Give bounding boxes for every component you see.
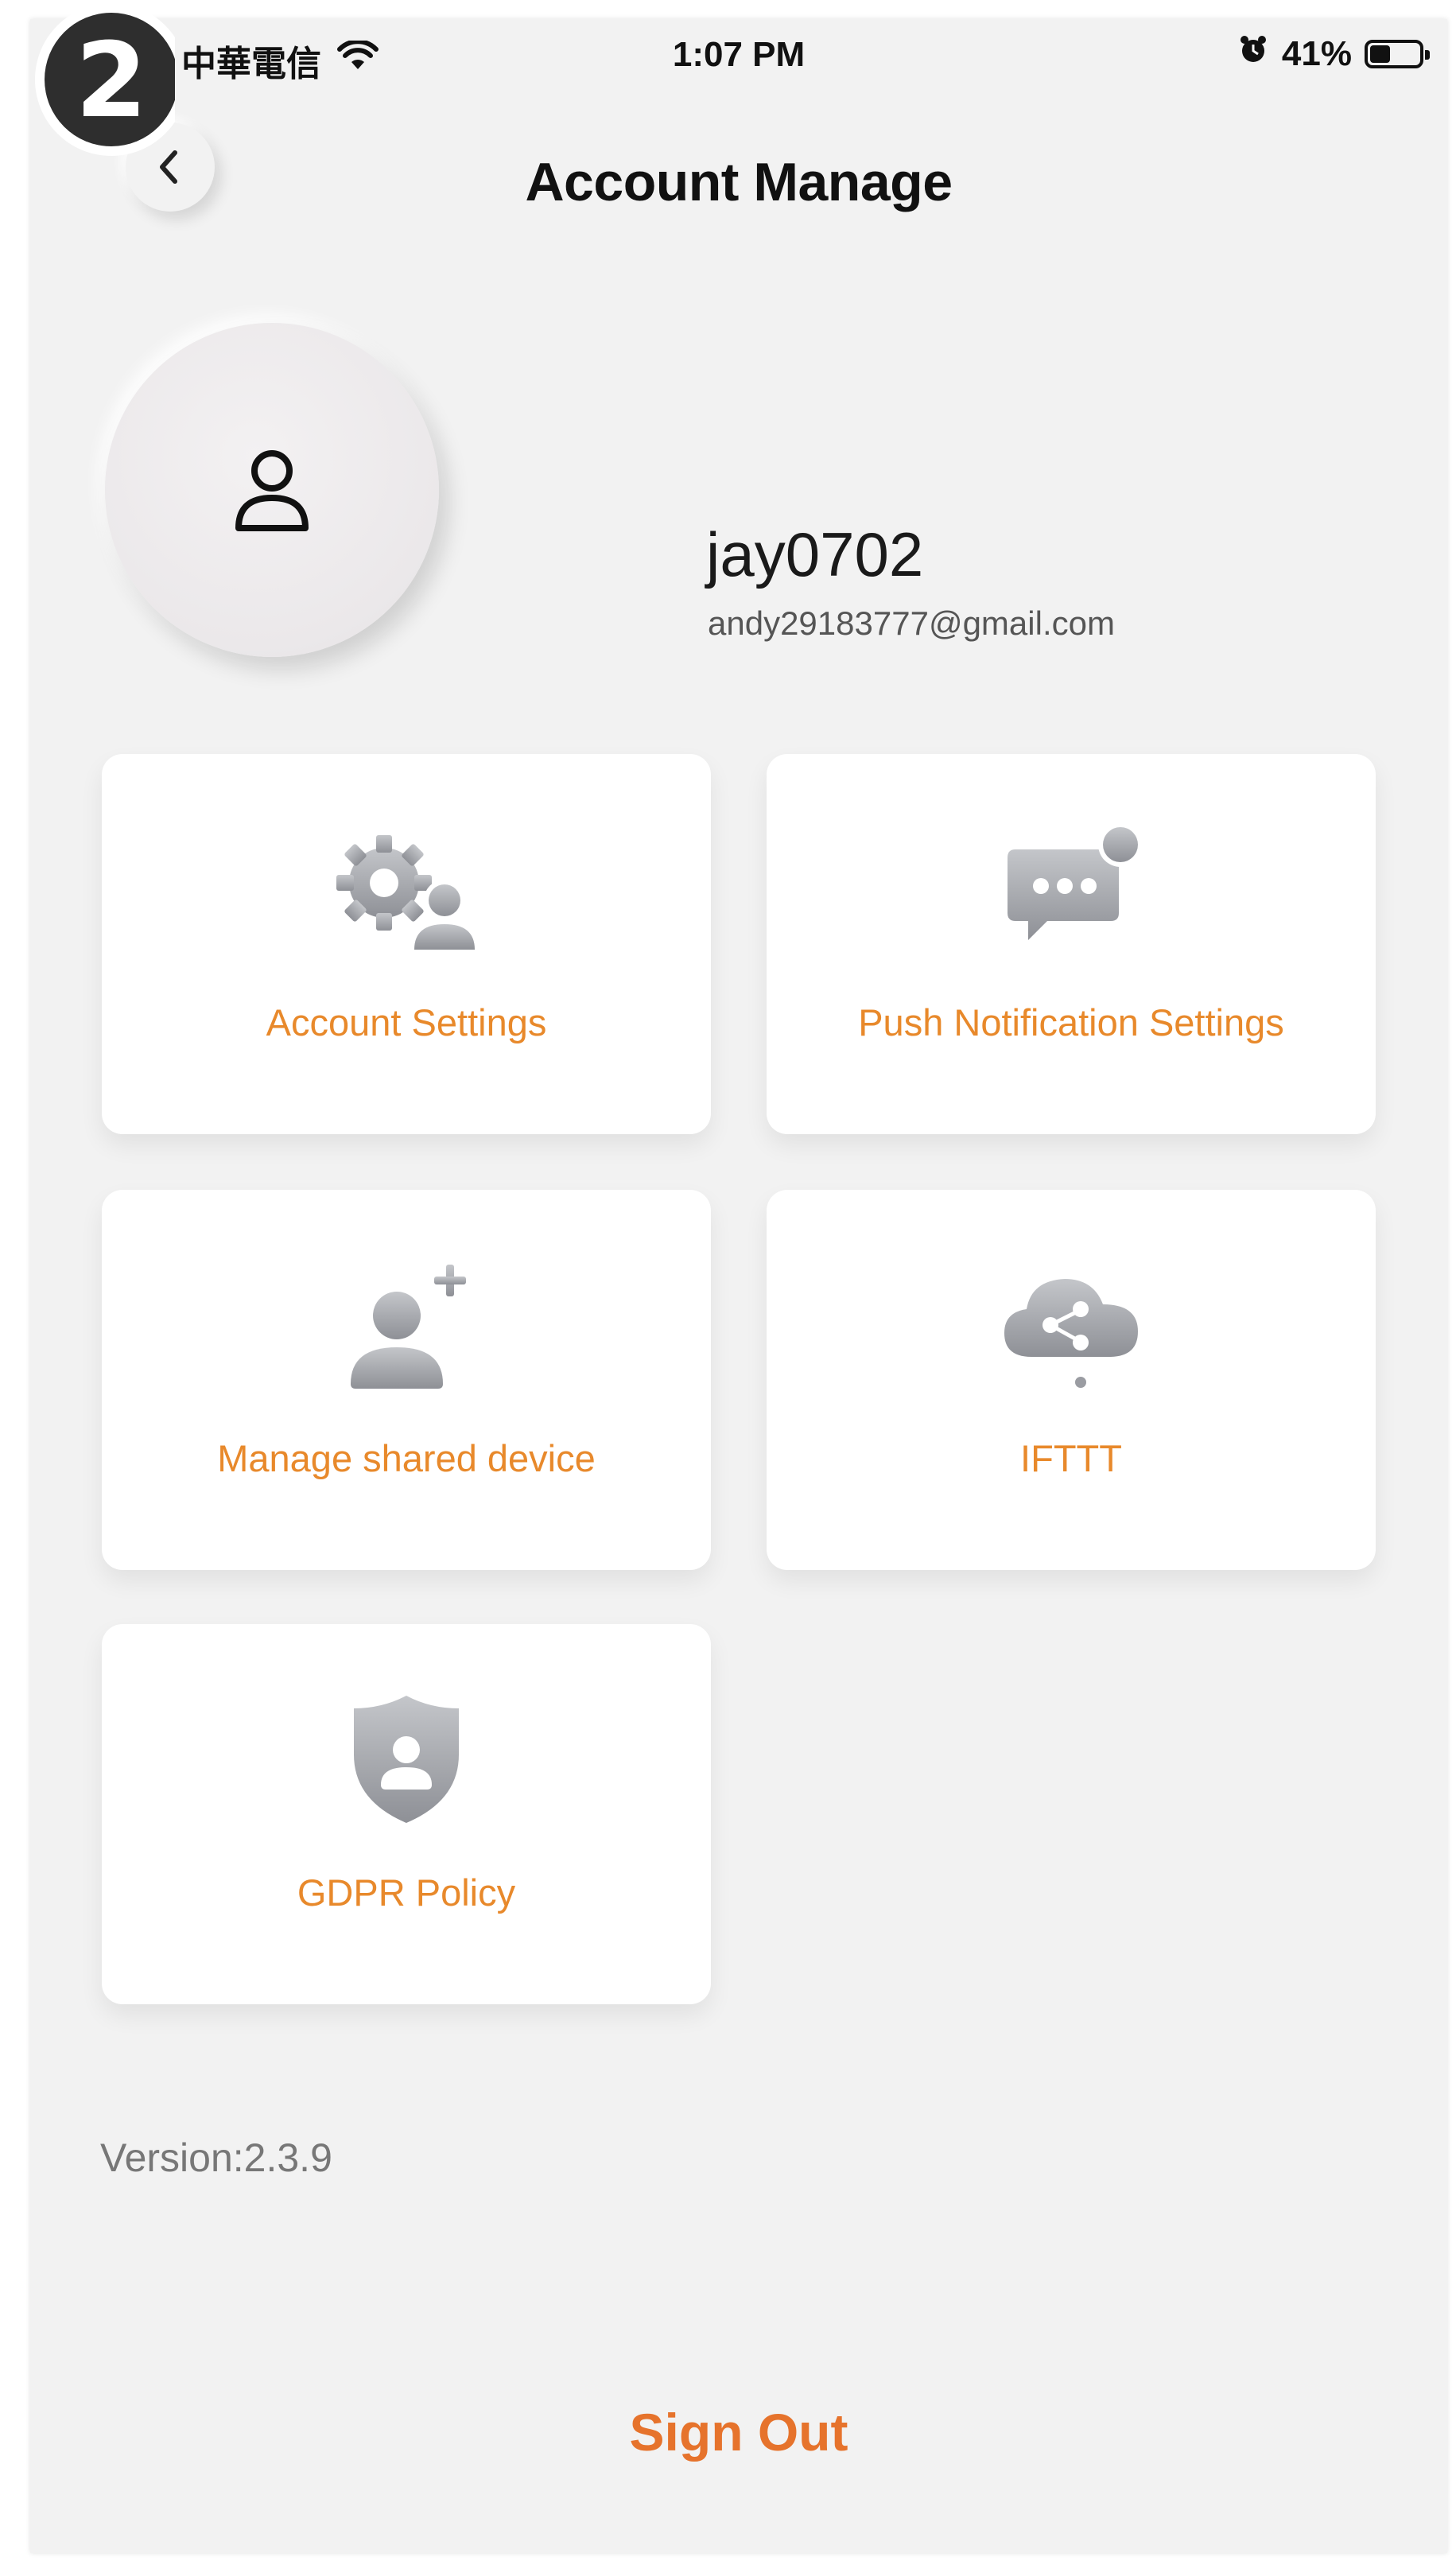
username: jay0702 [706,519,924,589]
chat-notification-icon [1008,822,1143,940]
app-screen: 中華電信 1:07 PM 41% Account Manage jay0702 … [30,19,1447,2553]
tile-label: IFTTT [1020,1437,1122,1479]
tile-label: GDPR Policy [297,1871,516,1914]
user-outline-icon [235,450,309,531]
step-number: 2 [76,20,147,141]
version-label: Version:2.3.9 [100,2135,332,2180]
cloud-share-icon [1004,1279,1138,1388]
alarm-icon [1237,33,1269,74]
shield-user-icon [354,1696,459,1823]
account-settings-tile[interactable]: Account Settings [102,754,711,1134]
step-badge: 2 [0,0,188,159]
battery-percent: 41% [1281,33,1352,73]
page-title: Account Manage [525,152,953,212]
tile-label: Manage shared device [217,1437,596,1479]
battery-fill [1370,45,1390,63]
gear-user-icon [336,835,480,951]
ifttt-tile[interactable]: IFTTT [767,1190,1376,1570]
avatar[interactable] [105,323,439,657]
battery-icon [1365,39,1430,68]
status-right: 41% [1237,33,1430,74]
tile-label: Account Settings [266,1001,547,1043]
gdpr-policy-tile[interactable]: GDPR Policy [102,1624,711,2004]
status-time: 1:07 PM [672,35,806,74]
manage-shared-device-tile[interactable]: Manage shared device [102,1190,711,1570]
email: andy29183777@gmail.com [708,604,1115,642]
tile-label: Push Notification Settings [858,1001,1284,1043]
sign-out-button[interactable]: Sign Out [30,2402,1447,2462]
status-bar: 中華電信 1:07 PM 41% [30,19,1447,95]
add-user-icon [351,1265,466,1389]
push-notification-settings-tile[interactable]: Push Notification Settings [767,754,1376,1134]
